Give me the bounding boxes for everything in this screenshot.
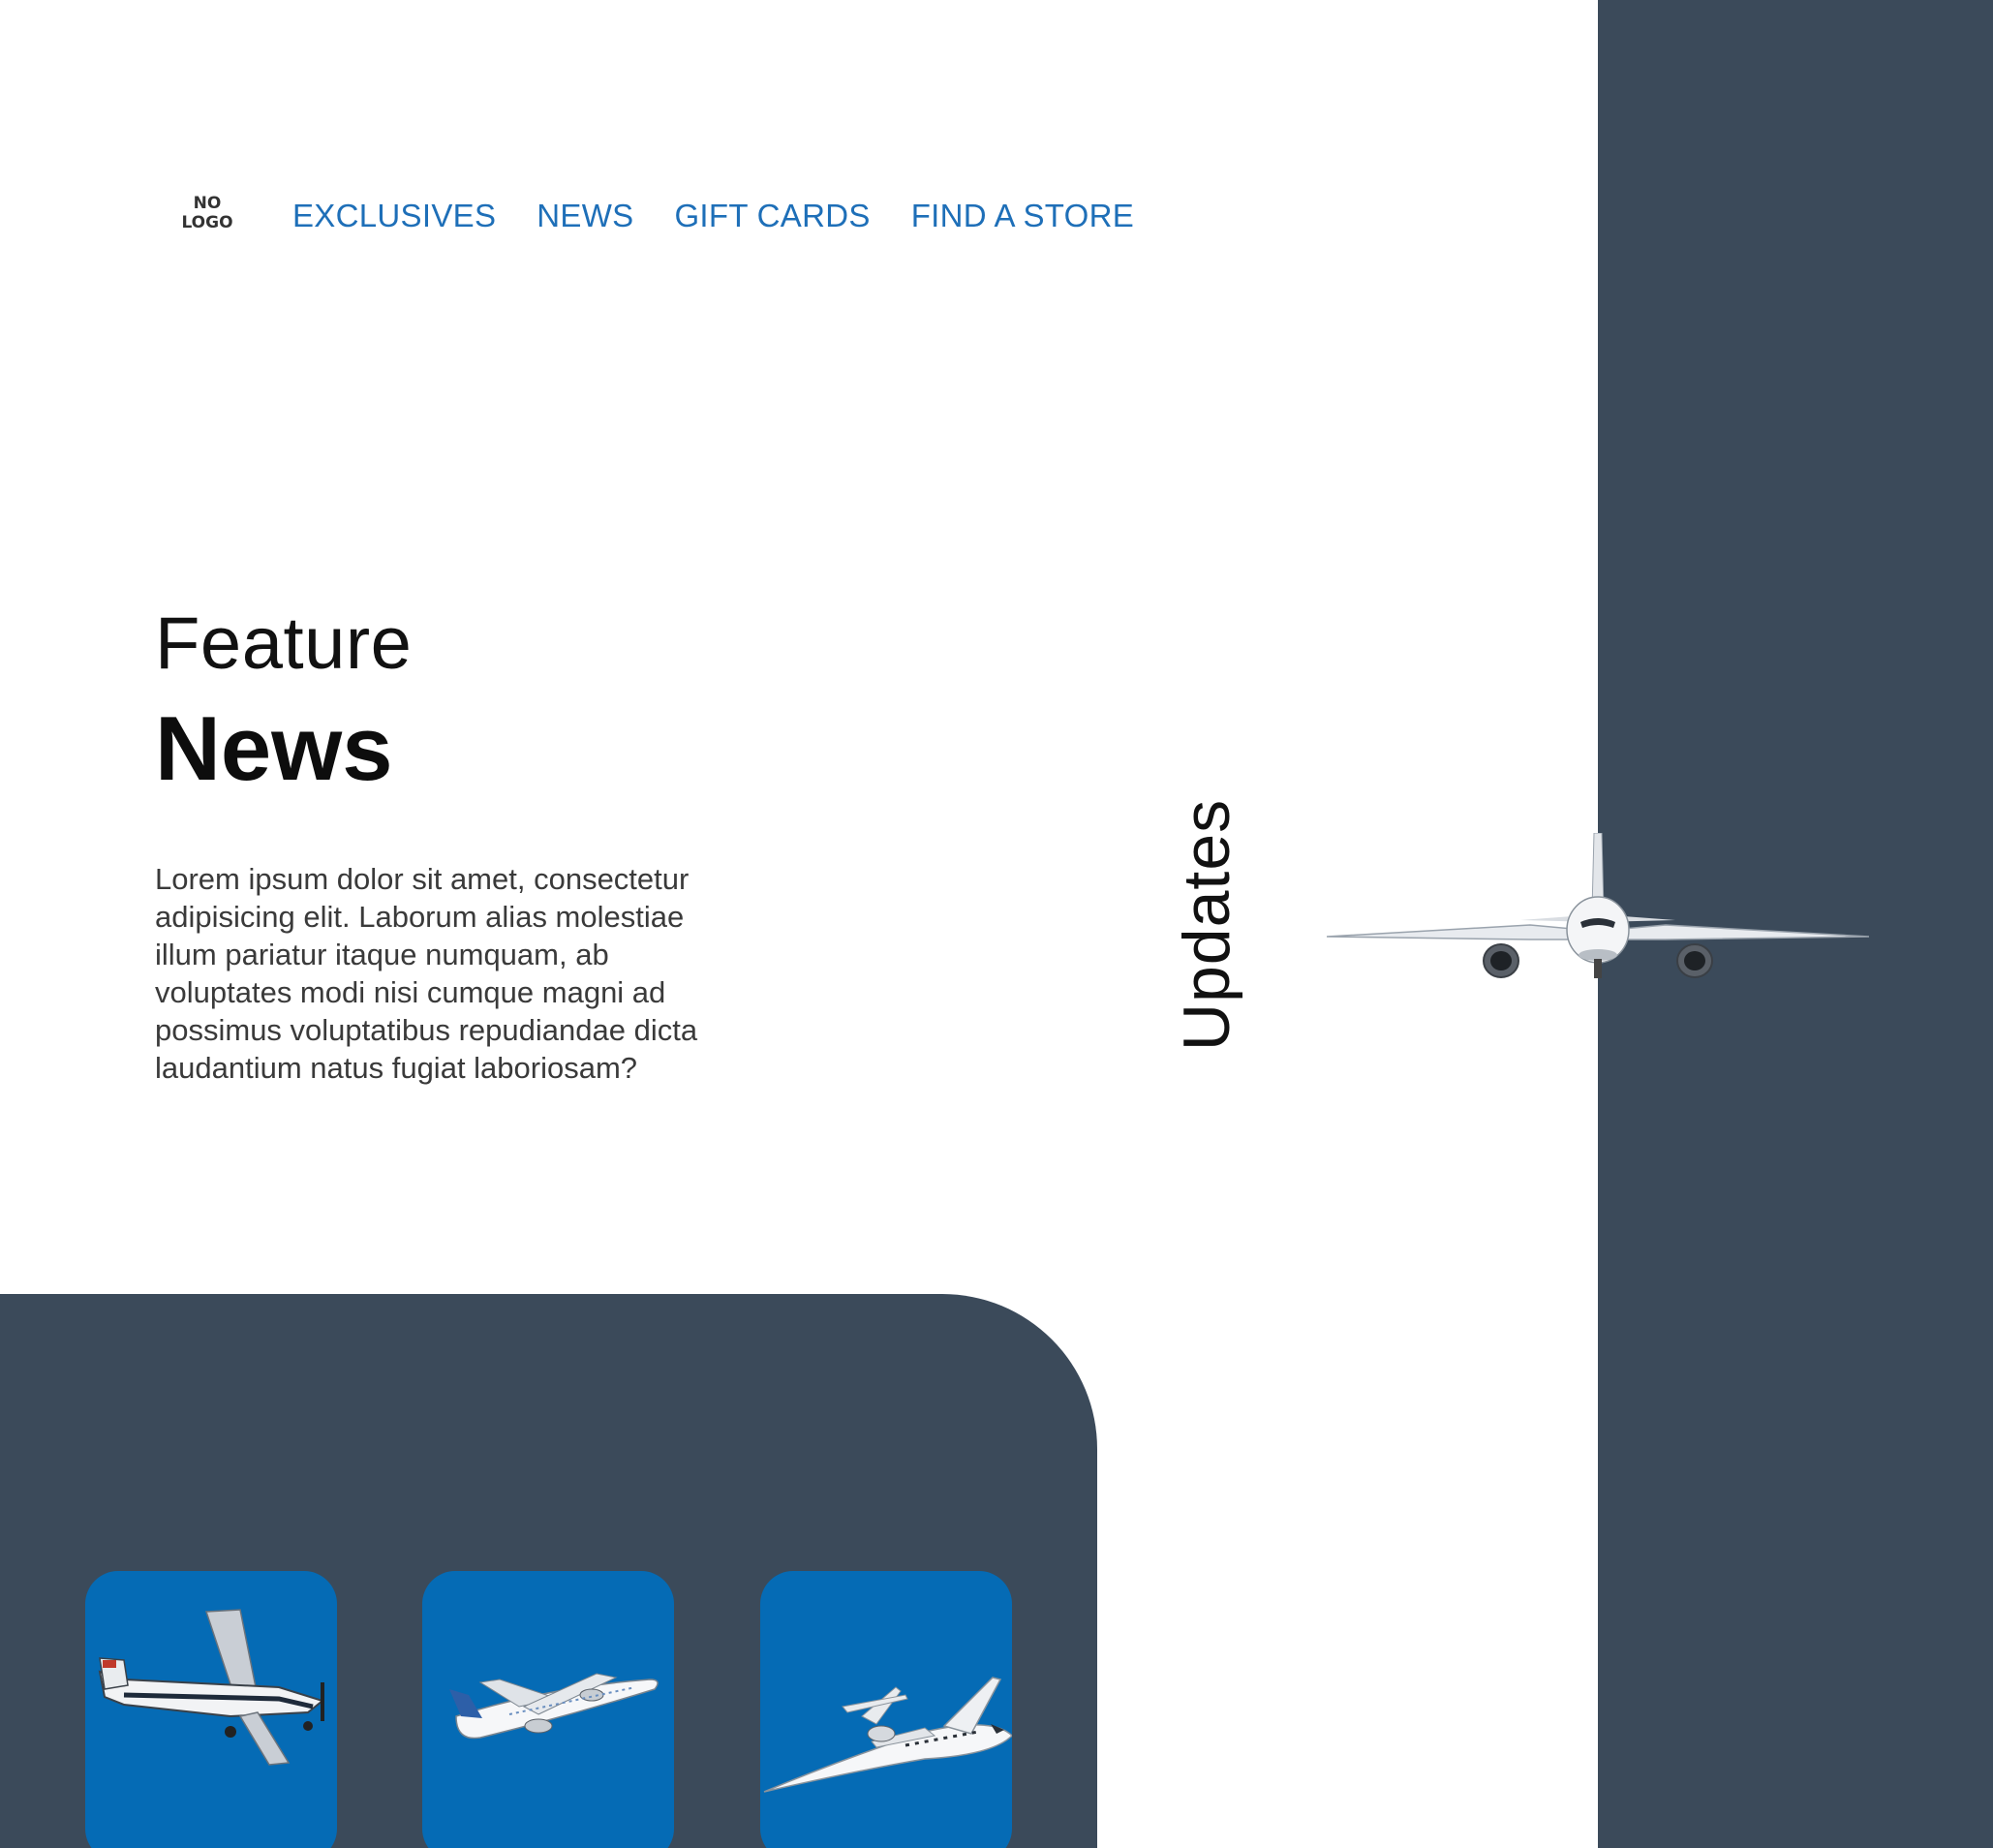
main-nav: EXCLUSIVES NEWS GIFT CARDS FIND A STORE	[292, 194, 1175, 238]
nav-item-exclusives[interactable]: EXCLUSIVES	[292, 194, 496, 238]
airliner-front-view-icon	[1327, 833, 1869, 978]
hero-body-text: Lorem ipsum dolor sit amet, consectetur …	[155, 862, 698, 1085]
airliner-icon	[449, 1673, 659, 1740]
news-card-1[interactable]	[85, 1571, 337, 1848]
news-card-2[interactable]	[422, 1571, 674, 1848]
private-jet-icon	[763, 1677, 1012, 1793]
nav-item-find-a-store[interactable]: FIND A STORE	[911, 194, 1134, 238]
propeller-plane-icon	[98, 1609, 325, 1766]
hero-eyebrow: Feature	[155, 602, 413, 685]
logo[interactable]: NO LOGO	[180, 194, 234, 232]
updates-label: Updates	[1170, 798, 1243, 1052]
logo-line-1: NO	[193, 194, 222, 213]
news-card-3[interactable]	[760, 1571, 1012, 1848]
logo-line-2: LOGO	[181, 213, 233, 232]
nav-item-gift-cards[interactable]: GIFT CARDS	[674, 194, 870, 238]
hero-title: News	[155, 697, 393, 799]
nav-item-news[interactable]: NEWS	[537, 194, 633, 238]
